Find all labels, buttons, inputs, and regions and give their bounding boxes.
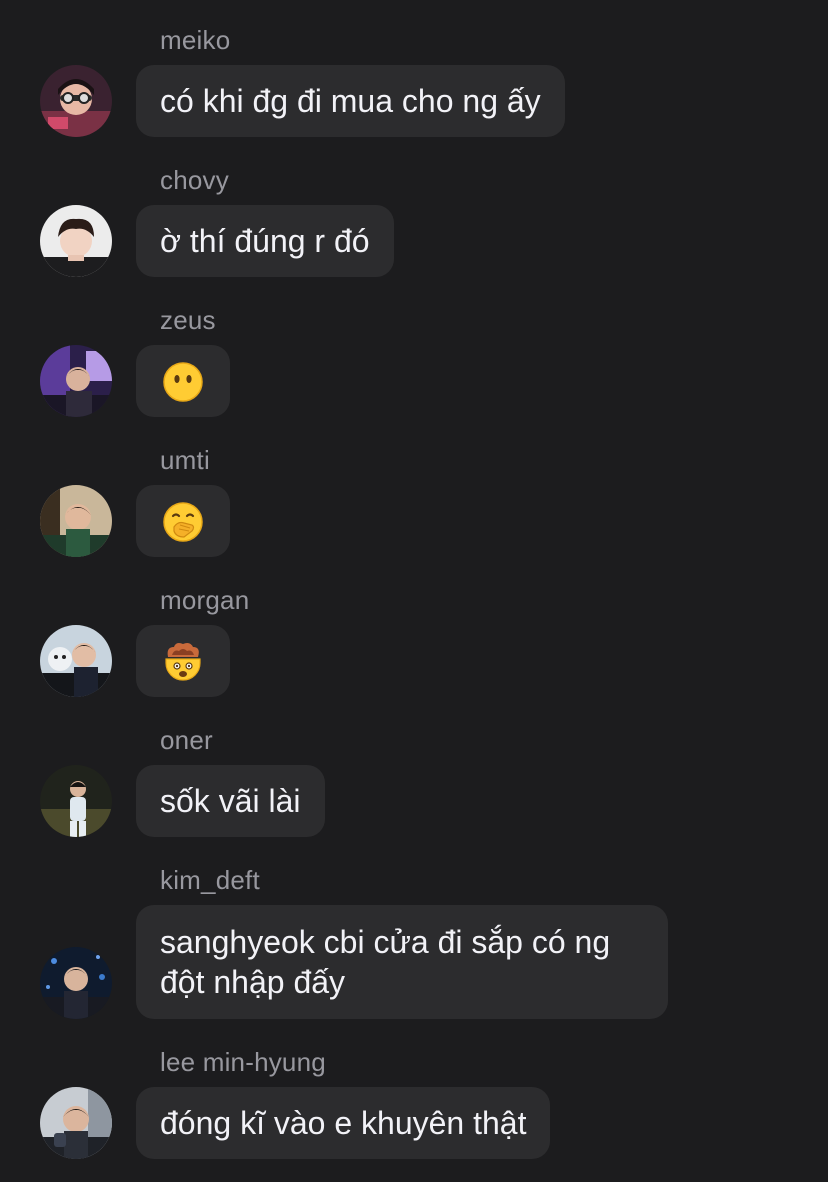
face-without-mouth-icon [163, 362, 203, 402]
sender-name: oner [160, 725, 213, 755]
sender-name: meiko [160, 25, 231, 55]
sender-name: lee min-hyung [160, 1047, 326, 1077]
avatar[interactable] [40, 205, 112, 277]
message-thread: meiko có khi đg đi mua cho ng ấy chovy ờ… [0, 0, 828, 1182]
avatar[interactable] [40, 345, 112, 417]
avatar[interactable] [40, 1087, 112, 1159]
message-bubble[interactable] [136, 485, 230, 557]
message-bubble[interactable] [136, 345, 230, 417]
message-bubble[interactable]: sanghyeok cbi cửa đi sắp có ng đột nhập … [136, 905, 668, 1019]
message-bubble[interactable]: ờ thí đúng r đó [136, 205, 394, 277]
sender-name: morgan [160, 585, 250, 615]
avatar[interactable] [40, 947, 112, 1019]
sender-name: chovy [160, 165, 229, 195]
sender-name: umti [160, 445, 210, 475]
sender-name: kim_deft [160, 865, 260, 895]
sender-name: zeus [160, 305, 216, 335]
message-bubble[interactable]: có khi đg đi mua cho ng ấy [136, 65, 565, 137]
message-bubble[interactable]: đóng kĩ vào e khuyên thật [136, 1087, 551, 1159]
avatar[interactable] [40, 625, 112, 697]
avatar[interactable] [40, 485, 112, 557]
face-with-hand-over-mouth-icon [163, 502, 203, 542]
avatar[interactable] [40, 65, 112, 137]
exploding-head-icon [165, 643, 201, 681]
avatar[interactable] [40, 765, 112, 837]
message-bubble[interactable] [136, 625, 230, 697]
message-bubble[interactable]: sốk vãi lài [136, 765, 325, 837]
